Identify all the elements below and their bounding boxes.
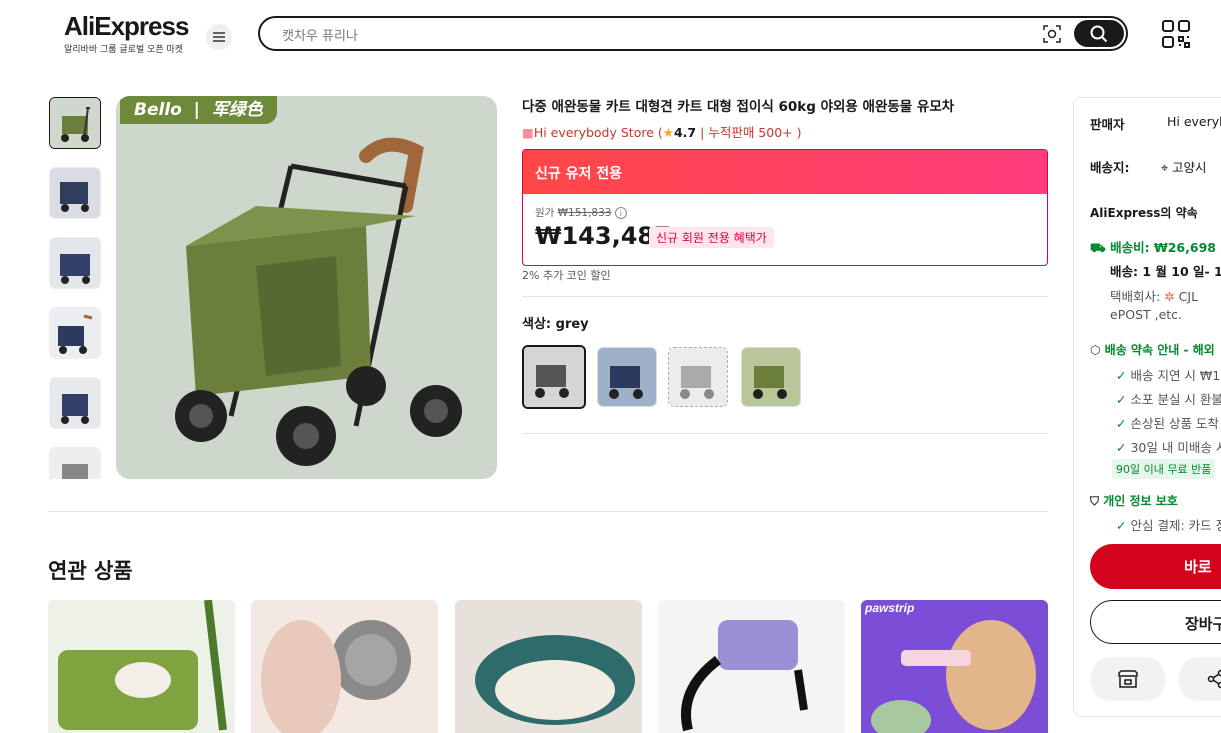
image-brand-badge: Bello | 军绿色 xyxy=(120,96,277,124)
thumbnail-strip[interactable] xyxy=(48,96,103,479)
check-icon: ✓ xyxy=(1116,416,1127,431)
location-pin-icon: ⌖ xyxy=(1161,160,1169,175)
main-product-image[interactable]: Bello | 军绿色 xyxy=(116,96,497,479)
privacy-item: ✓ 안심 결제: 카드 정보 xyxy=(1116,518,1221,533)
search-bar[interactable]: 캣차우 퓨리나 xyxy=(258,16,1128,51)
add-to-cart-button[interactable]: 장바구 xyxy=(1090,600,1221,644)
coin-discount: 2% 추가 코인 할인 xyxy=(522,269,611,282)
new-member-badge: 신규 회원 전용 혜택가 xyxy=(649,227,774,248)
promo-box: 신규 유저 전용 원가 ₩151,833 i ₩143,487 신규 회원 전용… xyxy=(522,149,1048,266)
privacy-title[interactable]: ⛉ 개인 정보 보호 xyxy=(1090,492,1178,509)
section-divider xyxy=(48,511,1048,512)
thumbnail-green[interactable] xyxy=(49,97,101,149)
search-input[interactable]: 캣차우 퓨리나 xyxy=(282,25,358,44)
courier-etc: ePOST ,etc. xyxy=(1110,307,1183,322)
menu-button[interactable] xyxy=(206,24,232,50)
check-icon: ✓ xyxy=(1116,368,1127,383)
store-button[interactable] xyxy=(1090,657,1166,701)
color-swatch-green[interactable] xyxy=(741,347,801,407)
delivery-date: 배송: 1 월 10 일- 1 xyxy=(1110,264,1221,279)
sold-count: 누적판매 500+ xyxy=(708,125,793,140)
search-button[interactable] xyxy=(1074,20,1124,47)
rating: 4.7 xyxy=(673,125,697,140)
original-price: 원가 ₩151,833 i xyxy=(535,205,627,220)
guarantee-title[interactable]: ⬡ 배송 약속 안내 - 해외 xyxy=(1090,341,1215,358)
share-button[interactable] xyxy=(1178,657,1221,701)
shield-icon: ⬡ xyxy=(1090,343,1101,357)
courier: 택배회사: ✲ CJL xyxy=(1110,289,1199,304)
share-icon xyxy=(1207,669,1221,689)
brand-tagline: 알리바바 그룹 글로벌 오픈 마켓 xyxy=(64,45,184,55)
store-icon: ■ xyxy=(522,125,534,140)
store-name[interactable]: Hi everybody Store xyxy=(534,125,654,140)
search-icon xyxy=(1090,25,1108,42)
related-item-pillow[interactable] xyxy=(455,600,642,733)
related-item-brush[interactable] xyxy=(251,600,438,733)
thumbnail-blue-4[interactable] xyxy=(49,377,101,429)
guarantee-item: ✓ 소포 분실 시 환불 xyxy=(1116,392,1221,407)
aliexpress-logo[interactable]: AliExpress 알리바바 그룹 글로벌 오픈 마켓 xyxy=(64,11,189,55)
courier-logo-icon: ✲ xyxy=(1164,289,1175,304)
ship-to-label: 배송지: xyxy=(1090,160,1130,175)
thumbnail-blue-3[interactable] xyxy=(49,307,101,359)
guarantee-item: ✓ 배송 지연 시 ₩1,300 xyxy=(1116,368,1221,383)
hamburger-icon xyxy=(213,32,225,42)
thumbnail-blue-1[interactable] xyxy=(49,167,101,219)
related-item-sofa[interactable] xyxy=(48,600,235,733)
thumbnail-grey[interactable] xyxy=(49,447,101,479)
related-item-dryer[interactable] xyxy=(658,600,845,733)
divider xyxy=(522,296,1048,297)
guarantee-item: ✓ 손상된 상품 도착 시 xyxy=(1116,416,1221,431)
seller-value[interactable]: Hi everyb xyxy=(1167,114,1221,129)
product-title: 다중 애완동물 카트 대형견 카트 대형 접이식 60kg 야외용 애완동물 유… xyxy=(522,99,955,115)
info-icon[interactable]: i xyxy=(614,207,627,219)
image-search-icon[interactable] xyxy=(1042,24,1062,44)
truck-icon: ⛟ xyxy=(1090,240,1106,255)
buy-now-button[interactable]: 바로 xyxy=(1090,544,1221,589)
check-icon: ✓ xyxy=(1116,518,1127,533)
check-icon: ✓ xyxy=(1116,440,1127,455)
related-title: 연관 상품 xyxy=(48,559,133,583)
promise-title: AliExpress의 약속 xyxy=(1090,206,1198,220)
color-label: 색상: grey xyxy=(522,317,589,332)
shield-check-icon: ⛉ xyxy=(1090,494,1100,508)
thumbnail-blue-2[interactable] xyxy=(49,237,101,289)
color-swatch-silver[interactable] xyxy=(668,347,728,407)
check-icon: ✓ xyxy=(1116,392,1127,407)
svg-text:pawstrip: pawstrip xyxy=(864,601,914,615)
qr-code-icon[interactable] xyxy=(1162,20,1190,48)
ship-to[interactable]: ⌖ 고양시 xyxy=(1161,157,1207,176)
stroller-illustration xyxy=(116,96,497,479)
divider xyxy=(522,433,1048,434)
related-item-cat-feeder[interactable]: pawstrip xyxy=(861,600,1048,733)
color-swatch-blue[interactable] xyxy=(597,347,657,407)
store-info[interactable]: ■Hi everybody Store (★4.7 | 누적판매 500+ ) xyxy=(522,122,801,141)
star-icon: ★ xyxy=(662,125,674,140)
store-icon xyxy=(1118,670,1138,688)
promo-header: 신규 유저 전용 xyxy=(523,150,1047,194)
color-swatch-grey[interactable] xyxy=(522,345,586,409)
free-return-badge: 90일 이내 무료 반품 xyxy=(1112,459,1216,479)
shipping-fee: ⛟ 배송비: ₩26,698 xyxy=(1090,240,1216,255)
brand-name: AliExpress xyxy=(64,11,189,41)
guarantee-item: ✓ 30일 내 미배송 시 전 xyxy=(1116,440,1221,455)
seller-label: 판매자 xyxy=(1090,117,1125,132)
